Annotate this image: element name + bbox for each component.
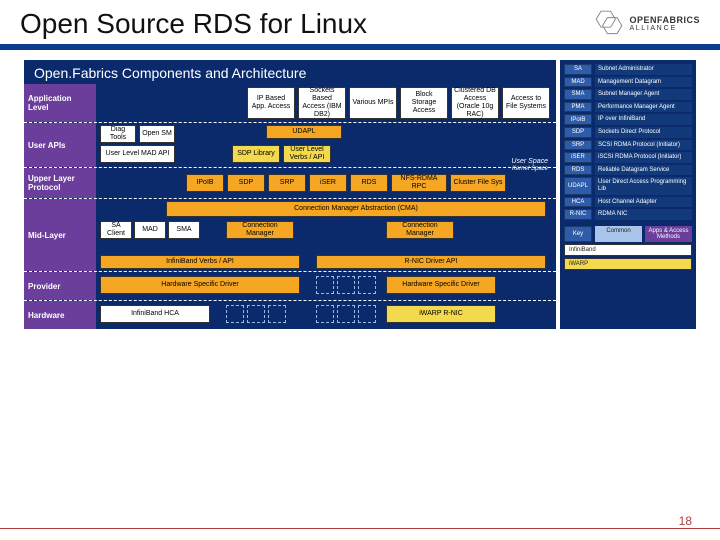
row-user-apis: User APIs Diag Tools Open SM UDAPL User … xyxy=(24,123,556,167)
iwarp-nic-box: iWARP R-NIC xyxy=(386,305,496,323)
dashed-placeholder xyxy=(316,305,334,323)
dashed-placeholder-group xyxy=(226,305,286,323)
rnic-driver-box: R-NIC Driver API xyxy=(316,255,546,269)
row-provider: Provider Hardware Specific Driver Hardwa… xyxy=(24,272,556,300)
dashed-placeholder-group xyxy=(316,276,376,294)
cma-box: Connection Manager Abstraction (CMA) xyxy=(166,201,546,217)
row-label: Application Level xyxy=(24,84,96,122)
legend-row: R-NICRDMA NIC xyxy=(564,209,692,220)
hw-driver-box: Hardware Specific Driver xyxy=(100,276,300,294)
legend-row: iSERiSCSI RDMA Protocol (Initiator) xyxy=(564,152,692,163)
dashed-placeholder xyxy=(358,276,376,294)
row-label: Upper Layer Protocol xyxy=(24,168,96,198)
udapl-box: UDAPL xyxy=(266,125,342,139)
legend-row: PMAPerformance Manager Agent xyxy=(564,102,692,113)
row-hardware: Hardware InfiniBand HCA iWARP R-NIC xyxy=(24,301,556,329)
ulp-box: RDS xyxy=(350,174,388,192)
legend-panel: SASubnet Administrator MADManagement Dat… xyxy=(560,60,696,329)
legend-row: IPoIBIP over InfiniBand xyxy=(564,114,692,125)
dashed-placeholder xyxy=(226,305,244,323)
api-box: Open SM xyxy=(139,125,175,143)
row-label: Hardware xyxy=(24,301,96,329)
ib-verbs-box: InfiniBand Verbs / API xyxy=(100,255,300,269)
ulp-box: SRP xyxy=(268,174,306,192)
ulp-box: NFS-RDMA RPC xyxy=(391,174,447,192)
mad-api-box: User Level MAD API xyxy=(100,145,175,163)
key-iwarp: iWARP xyxy=(564,258,692,270)
app-box: Various MPIs xyxy=(349,87,397,119)
kernel-space-label: Kernel Space xyxy=(512,166,548,172)
sdp-lib-box: SDP Library xyxy=(232,145,280,163)
legend-row: SASubnet Administrator xyxy=(564,64,692,75)
legend-row: SMASubnet Manager Agent xyxy=(564,89,692,100)
app-box: IP Based App. Access xyxy=(247,87,295,119)
dashed-placeholder xyxy=(316,276,334,294)
row-label: User APIs xyxy=(24,123,96,167)
app-box: Access to File Systems xyxy=(502,87,550,119)
ulp-box: iSER xyxy=(309,174,347,192)
row-ulp: Upper Layer Protocol Kernel Space IPoIB … xyxy=(24,168,556,198)
dashed-placeholder xyxy=(247,305,265,323)
app-box: Sockets Based Access (IBM DB2) xyxy=(298,87,346,119)
verbs-api-box: User Level Verbs / API xyxy=(283,145,331,163)
dashed-placeholder xyxy=(358,305,376,323)
user-space-label: User Space xyxy=(511,158,548,165)
page-number: 18 xyxy=(679,514,692,528)
slide-header: Open Source RDS for Linux OPENFABRICS A … xyxy=(0,0,720,50)
legend-row: UDAPLUser Direct Access Programming Lib xyxy=(564,177,692,194)
openfabrics-logo: OPENFABRICS A L L I A N C E xyxy=(593,8,700,40)
mad-box: MAD xyxy=(134,221,166,239)
logo-text: OPENFABRICS A L L I A N C E xyxy=(629,16,700,32)
hw-driver-box: Hardware Specific Driver xyxy=(386,276,496,294)
diagram-title: Open.Fabrics Components and Architecture xyxy=(24,60,556,84)
key-label: Key xyxy=(564,226,592,242)
key-common: Common xyxy=(595,226,642,242)
key-apps: Apps & Access Methods xyxy=(645,226,692,242)
sa-client-box: SA Client xyxy=(100,221,132,239)
row-mid-layer: Mid-Layer Connection Manager Abstraction… xyxy=(24,199,556,271)
ulp-box: Cluster File Sys xyxy=(450,174,506,192)
row-label: Provider xyxy=(24,272,96,300)
ulp-box: SDP xyxy=(227,174,265,192)
dashed-placeholder xyxy=(337,305,355,323)
dashed-placeholder-group xyxy=(316,305,376,323)
app-box: Block Storage Access xyxy=(400,87,448,119)
connection-manager-box: Connection Manager xyxy=(226,221,294,239)
slide-title: Open Source RDS for Linux xyxy=(20,8,367,40)
api-box: Diag Tools xyxy=(100,125,136,143)
row-label: Mid-Layer xyxy=(24,199,96,271)
key-infiniband: InfiniBand xyxy=(564,244,692,256)
main-content: Open.Fabrics Components and Architecture… xyxy=(0,50,720,333)
architecture-diagram: Open.Fabrics Components and Architecture… xyxy=(24,60,556,329)
row-application: Application Level IP Based App. Access S… xyxy=(24,84,556,122)
legend-row: SDPSockets Direct Protocol xyxy=(564,127,692,138)
key-section: Key Common Apps & Access Methods InfiniB… xyxy=(564,226,692,270)
connection-manager-box: Connection Manager xyxy=(386,221,454,239)
app-box: Clustered DB Access (Oracle 10g RAC) xyxy=(451,87,499,119)
logo-hex-icon xyxy=(593,8,625,40)
hca-box: InfiniBand HCA xyxy=(100,305,210,323)
sma-box: SMA xyxy=(168,221,200,239)
footer-line xyxy=(0,528,720,530)
dashed-placeholder xyxy=(268,305,286,323)
legend-row: MADManagement Datagram xyxy=(564,77,692,88)
dashed-placeholder xyxy=(337,276,355,294)
legend-row: RDSReliable Datagram Service xyxy=(564,165,692,176)
legend-row: SRPSCSI RDMA Protocol (Initiator) xyxy=(564,140,692,151)
legend-row: HCAHost Channel Adapter xyxy=(564,197,692,208)
ulp-box: IPoIB xyxy=(186,174,224,192)
